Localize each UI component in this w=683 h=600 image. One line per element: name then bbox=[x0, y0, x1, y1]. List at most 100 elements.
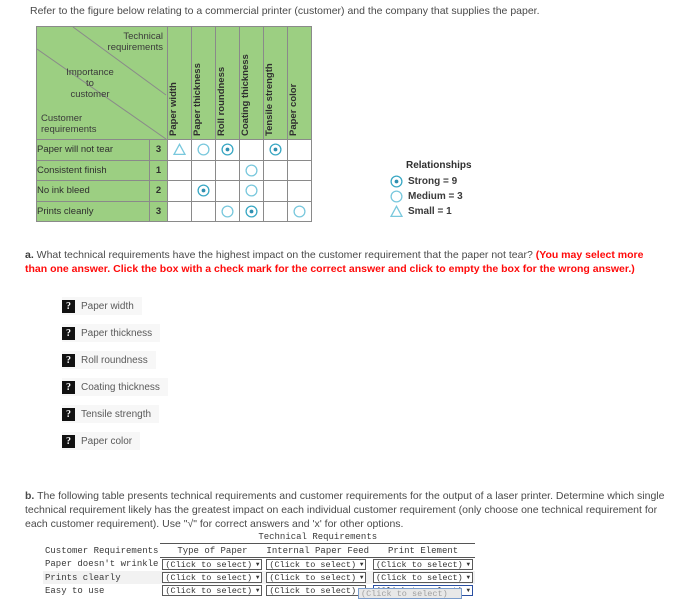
column-header-customer-requirements: Customer Requirements bbox=[45, 545, 159, 556]
row-label: Prints clearly bbox=[45, 572, 121, 583]
matrix-col-label: Tensile strength bbox=[264, 63, 275, 136]
matrix-cell bbox=[191, 200, 216, 222]
select-cell[interactable]: (Click to select)▼ bbox=[264, 571, 371, 584]
answer-option[interactable]: ? Paper width bbox=[62, 297, 142, 315]
answer-option[interactable]: ? Coating thickness bbox=[62, 378, 168, 396]
chevron-down-icon[interactable]: ▼ bbox=[360, 574, 364, 581]
select-cell[interactable]: (Click to select)▼ bbox=[160, 571, 264, 584]
chevron-down-icon[interactable]: ▼ bbox=[256, 574, 260, 581]
answer-option[interactable]: ? Tensile strength bbox=[62, 405, 160, 423]
matrix-row-label: Consistent finish bbox=[36, 159, 150, 181]
small-relationship-icon bbox=[173, 143, 186, 156]
question-a-text: What technical requirements have the hig… bbox=[33, 249, 536, 261]
matrix-col-header-3: Coating thickness bbox=[239, 26, 264, 140]
row-label: Easy to use bbox=[45, 585, 105, 596]
answer-option[interactable]: ? Paper thickness bbox=[62, 324, 161, 342]
matrix-row-importance: 3 bbox=[149, 200, 168, 222]
medium-relationship-icon bbox=[390, 189, 404, 204]
select-cell[interactable]: (Click to select)▼ bbox=[264, 558, 371, 572]
column-header-internal-paper-feed: Internal Paper Feed bbox=[264, 543, 372, 558]
broken-image-icon[interactable]: ? bbox=[62, 434, 75, 448]
select-cell[interactable]: (Click to select)▼ bbox=[371, 571, 475, 584]
matrix-row-importance: 3 bbox=[149, 139, 168, 161]
matrix-col-label: Paper thickness bbox=[192, 63, 203, 136]
matrix-col-label: Paper width bbox=[168, 82, 179, 136]
chevron-down-icon[interactable]: ▼ bbox=[466, 587, 470, 594]
select-cell[interactable]: (Click to select)▼ bbox=[371, 558, 475, 572]
matrix-cell bbox=[215, 159, 240, 181]
matrix-cell bbox=[287, 139, 312, 161]
answer-option[interactable]: ? Paper color bbox=[62, 432, 141, 450]
table-row: Prints clearly (Click to select) ▼ (Click t… bbox=[43, 571, 476, 584]
open-dropdown-option[interactable]: (Click to select) bbox=[358, 588, 462, 599]
matrix-cell bbox=[239, 200, 264, 222]
broken-image-icon[interactable]: ? bbox=[62, 407, 75, 421]
table-row: Paper doesn't wrinkle (Click to select) ▼(… bbox=[43, 558, 475, 572]
bottom-table-column-header-row: Customer Requirements Type of Paper Inte… bbox=[43, 543, 476, 558]
matrix-cell bbox=[191, 180, 216, 202]
select-cell[interactable]: (Click to select)▼ bbox=[160, 584, 264, 597]
dropdown-select[interactable]: (Click to select)▼ bbox=[162, 572, 263, 583]
matrix-cell bbox=[191, 139, 216, 161]
strong-relationship-icon bbox=[221, 143, 234, 156]
legend-item: Medium = 3 bbox=[390, 189, 472, 204]
matrix-cell bbox=[263, 159, 288, 181]
broken-image-icon[interactable]: ? bbox=[62, 299, 75, 313]
broken-image-icon[interactable]: ? bbox=[62, 380, 75, 394]
dropdown-select[interactable]: (Click to select)▼ bbox=[266, 559, 367, 570]
medium-relationship-icon bbox=[197, 143, 210, 156]
matrix-row-importance: 2 bbox=[149, 180, 168, 202]
question-b: b. The following table presents technica… bbox=[25, 489, 670, 531]
matrix-row: Consistent finish 1 bbox=[36, 159, 312, 181]
legend-item-label: Small = 1 bbox=[408, 206, 452, 217]
select-cell[interactable]: (Click to select)▼ bbox=[264, 584, 371, 597]
medium-relationship-icon bbox=[293, 204, 306, 218]
requirements-select-table: Technical Requirements Customer Requirem… bbox=[43, 530, 476, 597]
chevron-down-icon[interactable]: ▼ bbox=[466, 561, 470, 568]
matrix-cell bbox=[215, 200, 240, 222]
matrix-col-label: Roll roundness bbox=[216, 66, 227, 136]
chevron-down-icon[interactable]: ▼ bbox=[256, 587, 260, 594]
matrix-label-importance: Importance to customer bbox=[66, 67, 114, 100]
answer-option[interactable]: ? Roll roundness bbox=[62, 351, 156, 369]
dropdown-select[interactable]: (Click to select)▼ bbox=[162, 585, 263, 596]
matrix-row: Paper will not tear 3 bbox=[36, 139, 312, 161]
column-header-type-of-paper: Type of Paper bbox=[160, 543, 265, 558]
matrix-corner-header: Technical requirements Importance to custom… bbox=[36, 26, 168, 140]
chevron-down-icon[interactable]: ▼ bbox=[256, 561, 260, 568]
matrix-cell bbox=[263, 139, 288, 161]
dropdown-value: (Click to select) bbox=[165, 572, 253, 583]
chevron-down-icon[interactable]: ▼ bbox=[466, 574, 470, 581]
medium-relationship-icon bbox=[245, 163, 258, 177]
small-relationship-icon bbox=[389, 204, 404, 219]
matrix-row: No ink bleed 2 bbox=[36, 180, 312, 202]
matrix-col-header-0: Paper width bbox=[167, 26, 192, 140]
intro-text: Refer to the figure below relating to a … bbox=[30, 5, 540, 17]
broken-image-icon[interactable]: ? bbox=[62, 353, 75, 367]
dropdown-select[interactable]: (Click to select)▼ bbox=[373, 559, 474, 570]
matrix-cell bbox=[167, 139, 192, 161]
matrix-col-header-2: Roll roundness bbox=[215, 26, 240, 140]
dropdown-select[interactable]: (Click to select)▼ bbox=[373, 572, 474, 583]
group-header-technical-requirements: Technical Requirements bbox=[160, 530, 476, 544]
dropdown-select[interactable]: (Click to select)▼ bbox=[266, 572, 367, 583]
matrix-cell bbox=[263, 200, 288, 222]
matrix-col-header-5: Paper color bbox=[287, 26, 312, 140]
matrix-row-importance: 1 bbox=[149, 159, 168, 181]
dropdown-select[interactable]: (Click to select)▼ bbox=[162, 559, 263, 570]
broken-image-icon[interactable]: ? bbox=[62, 326, 75, 340]
column-header-print-element: Print Element bbox=[371, 543, 476, 558]
dropdown-select[interactable]: (Click to select)▼ bbox=[266, 585, 367, 596]
legend-rows: Strong = 9 Medium = 3 Small = 1 bbox=[389, 174, 472, 219]
answer-option-label: Tensile strength bbox=[81, 408, 152, 420]
select-cell[interactable]: (Click to select)▼ bbox=[160, 558, 264, 572]
matrix-cell bbox=[167, 200, 192, 222]
legend-item-label: Medium = 3 bbox=[408, 191, 463, 202]
matrix-cell bbox=[287, 180, 312, 202]
matrix-row-label: No ink bleed bbox=[36, 180, 150, 202]
chevron-down-icon[interactable]: ▼ bbox=[360, 561, 364, 568]
matrix-cell bbox=[191, 159, 216, 181]
strong-relationship-icon bbox=[197, 184, 210, 197]
question-a: a. What technical requirements have the … bbox=[25, 248, 665, 276]
matrix-cell bbox=[215, 180, 240, 202]
